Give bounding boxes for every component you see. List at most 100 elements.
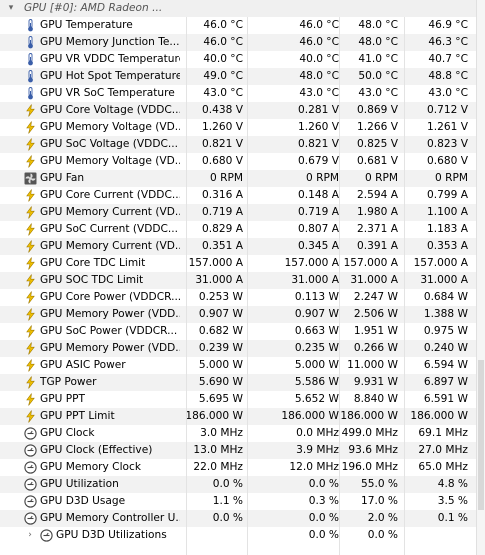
min-value: 31.000 A [291, 274, 339, 286]
clock-icon [24, 461, 37, 474]
max-value: 41.0 °C [358, 53, 398, 65]
sensor-table: ▾ GPU [#0]: AMD Radeon ... GPU Temperatu… [0, 0, 477, 555]
current-value: 0 RPM [210, 172, 243, 184]
average-value: 157.000 A [413, 257, 468, 269]
current-value: 49.0 °C [203, 70, 243, 82]
table-row[interactable]: GPU PPT Limit 186.000 W 186.000 W 186.000 W… [0, 408, 477, 425]
current-value: 3.0 MHz [200, 427, 243, 439]
max-value: 9.931 W [353, 376, 398, 388]
table-row[interactable]: GPU Hot Spot Temperature 49.0 °C 48.0 °C 50… [0, 68, 477, 85]
table-row[interactable]: GPU ASIC Power 5.000 W 5.000 W 11.000 W 6.59… [0, 357, 477, 374]
average-value: 0.823 V [427, 138, 468, 150]
table-row[interactable]: GPU Memory Power (VDD... 0.907 W 0.907 W 2.… [0, 306, 477, 323]
sensor-name: GPU Fan [40, 172, 85, 184]
table-row[interactable]: GPU SoC Voltage (VDDC... 0.821 V 0.821 V 0.… [0, 136, 477, 153]
table-row[interactable]: GPU Memory Clock 22.0 MHz 12.0 MHz 196.0 MH… [0, 459, 477, 476]
min-value: 46.0 °C [299, 19, 339, 31]
current-value: 0.680 V [202, 155, 243, 167]
table-row[interactable]: GPU VR VDDC Temperature 40.0 °C 40.0 °C 41.… [0, 51, 477, 68]
table-row[interactable]: TGP Power 5.690 W 5.586 W 9.931 W 6.897 W [0, 374, 477, 391]
table-row[interactable]: GPU Core Current (VDDC... 0.316 A 0.148 A 2… [0, 187, 477, 204]
table-row[interactable]: GPU Utilization 0.0 % 0.0 % 55.0 % 4.8 % [0, 476, 477, 493]
average-value: 48.8 °C [428, 70, 468, 82]
lightning-icon [24, 393, 37, 406]
max-value: 0.391 A [357, 240, 398, 252]
current-value: 31.000 A [195, 274, 243, 286]
table-row[interactable]: GPU SoC Current (VDDC... 0.829 A 0.807 A 2.… [0, 221, 477, 238]
sensor-name: GPU VR VDDC Temperature [40, 53, 180, 65]
table-row[interactable]: GPU Memory Junction Te... 46.0 °C 46.0 °C 4… [0, 34, 477, 51]
sensor-name: GPU Memory Controller U... [40, 512, 180, 524]
min-value: 46.0 °C [299, 36, 339, 48]
min-value: 43.0 °C [299, 87, 339, 99]
min-value: 40.0 °C [299, 53, 339, 65]
average-value: 0.799 A [427, 189, 468, 201]
table-row[interactable]: GPU Memory Voltage (VD... 0.680 V 0.679 V 0… [0, 153, 477, 170]
table-row[interactable]: GPU Memory Controller U... 0.0 % 0.0 % 2.0 … [0, 510, 477, 527]
max-value: 43.0 °C [358, 87, 398, 99]
min-value: 3.9 MHz [296, 444, 339, 456]
max-value: 2.0 % [367, 512, 398, 524]
table-row[interactable]: GPU SOC TDC Limit 31.000 A 31.000 A 31.000 … [0, 272, 477, 289]
sensor-name: GPU PPT Limit [40, 410, 115, 422]
sensor-name: GPU D3D Usage [40, 495, 126, 507]
current-value: 13.0 MHz [193, 444, 243, 456]
average-value: 0.240 W [423, 342, 468, 354]
table-row[interactable]: GPU Core TDC Limit 157.000 A 157.000 A 157.… [0, 255, 477, 272]
current-value: 0.253 W [198, 291, 243, 303]
current-value: 40.0 °C [203, 53, 243, 65]
max-value: 50.0 °C [358, 70, 398, 82]
max-value: 48.0 °C [358, 36, 398, 48]
average-value: 6.897 W [423, 376, 468, 388]
table-row[interactable]: GPU SoC Power (VDDCR... 0.682 W 0.663 W 1.9… [0, 323, 477, 340]
min-value: 0.807 A [298, 223, 339, 235]
max-value: 48.0 °C [358, 19, 398, 31]
table-row[interactable]: GPU Memory Power (VDD... 0.239 W 0.235 W 0.… [0, 340, 477, 357]
average-value: 1.388 W [423, 308, 468, 320]
thermometer-icon [24, 36, 37, 49]
max-value: 1.951 W [353, 325, 398, 337]
table-row[interactable]: GPU D3D Usage 1.1 % 0.3 % 17.0 % 3.5 % [0, 493, 477, 510]
vertical-scrollbar[interactable] [476, 0, 485, 555]
min-value: 0.3 % [308, 495, 339, 507]
current-value: 0.821 V [202, 138, 243, 150]
current-value: 186.000 W [185, 410, 243, 422]
lightning-icon [24, 376, 37, 389]
table-row[interactable]: GPU Memory Current (VD... 0.351 A 0.345 A 0… [0, 238, 477, 255]
table-row[interactable]: GPU VR SoC Temperature 43.0 °C 43.0 °C 43.0… [0, 85, 477, 102]
table-row[interactable]: GPU Clock 3.0 MHz 0.0 MHz 499.0 MHz 69.1 MHz [0, 425, 477, 442]
current-value: 0.316 A [202, 189, 243, 201]
chevron-right-icon[interactable]: › [24, 527, 36, 544]
scrollbar-thumb[interactable] [478, 360, 484, 510]
lightning-icon [24, 257, 37, 270]
current-value: 0.829 A [202, 223, 243, 235]
max-value: 2.371 A [357, 223, 398, 235]
table-row[interactable]: GPU Clock (Effective) 13.0 MHz 3.9 MHz 93.6… [0, 442, 477, 459]
sensor-name: GPU SoC Power (VDDCR... [40, 325, 178, 337]
max-value: 11.000 W [347, 359, 398, 371]
lightning-icon [24, 325, 37, 338]
table-row[interactable]: GPU Memory Voltage (VD... 1.260 V 1.260 V 1… [0, 119, 477, 136]
table-row[interactable]: GPU Core Voltage (VDDC... 0.438 V 0.281 V 0… [0, 102, 477, 119]
sensor-name: GPU Memory Power (VDD... [40, 308, 180, 320]
sensor-name: GPU Core TDC Limit [40, 257, 146, 269]
max-value: 0.825 V [357, 138, 398, 150]
table-row[interactable]: › GPU D3D Utilizations 0.0 % 0.0 % [0, 527, 477, 544]
table-row[interactable]: GPU Core Power (VDDCR... 0.253 W 0.113 W 2.… [0, 289, 477, 306]
table-row[interactable]: GPU Temperature 46.0 °C 46.0 °C 48.0 °C 46.9… [0, 17, 477, 34]
current-value: 0.907 W [198, 308, 243, 320]
min-value: 0.113 W [294, 291, 339, 303]
sensor-group-header[interactable]: ▾ GPU [#0]: AMD Radeon ... [0, 0, 477, 17]
current-value: 0.0 % [212, 512, 243, 524]
average-value: 27.0 MHz [418, 444, 468, 456]
table-row[interactable]: GPU Memory Current (VD... 0.719 A 0.719 A 1… [0, 204, 477, 221]
fan-icon [24, 172, 37, 185]
table-row[interactable]: GPU Fan 0 RPM 0 RPM 0 RPM 0 RPM [0, 170, 477, 187]
min-value: 1.260 V [298, 121, 339, 133]
table-row[interactable]: GPU PPT 5.695 W 5.652 W 8.840 W 6.591 W [0, 391, 477, 408]
sensor-name: GPU VR SoC Temperature [40, 87, 175, 99]
min-value: 0.679 V [298, 155, 339, 167]
chevron-down-icon[interactable]: ▾ [5, 0, 17, 17]
current-value: 0.239 W [198, 342, 243, 354]
average-value: 0 RPM [435, 172, 468, 184]
